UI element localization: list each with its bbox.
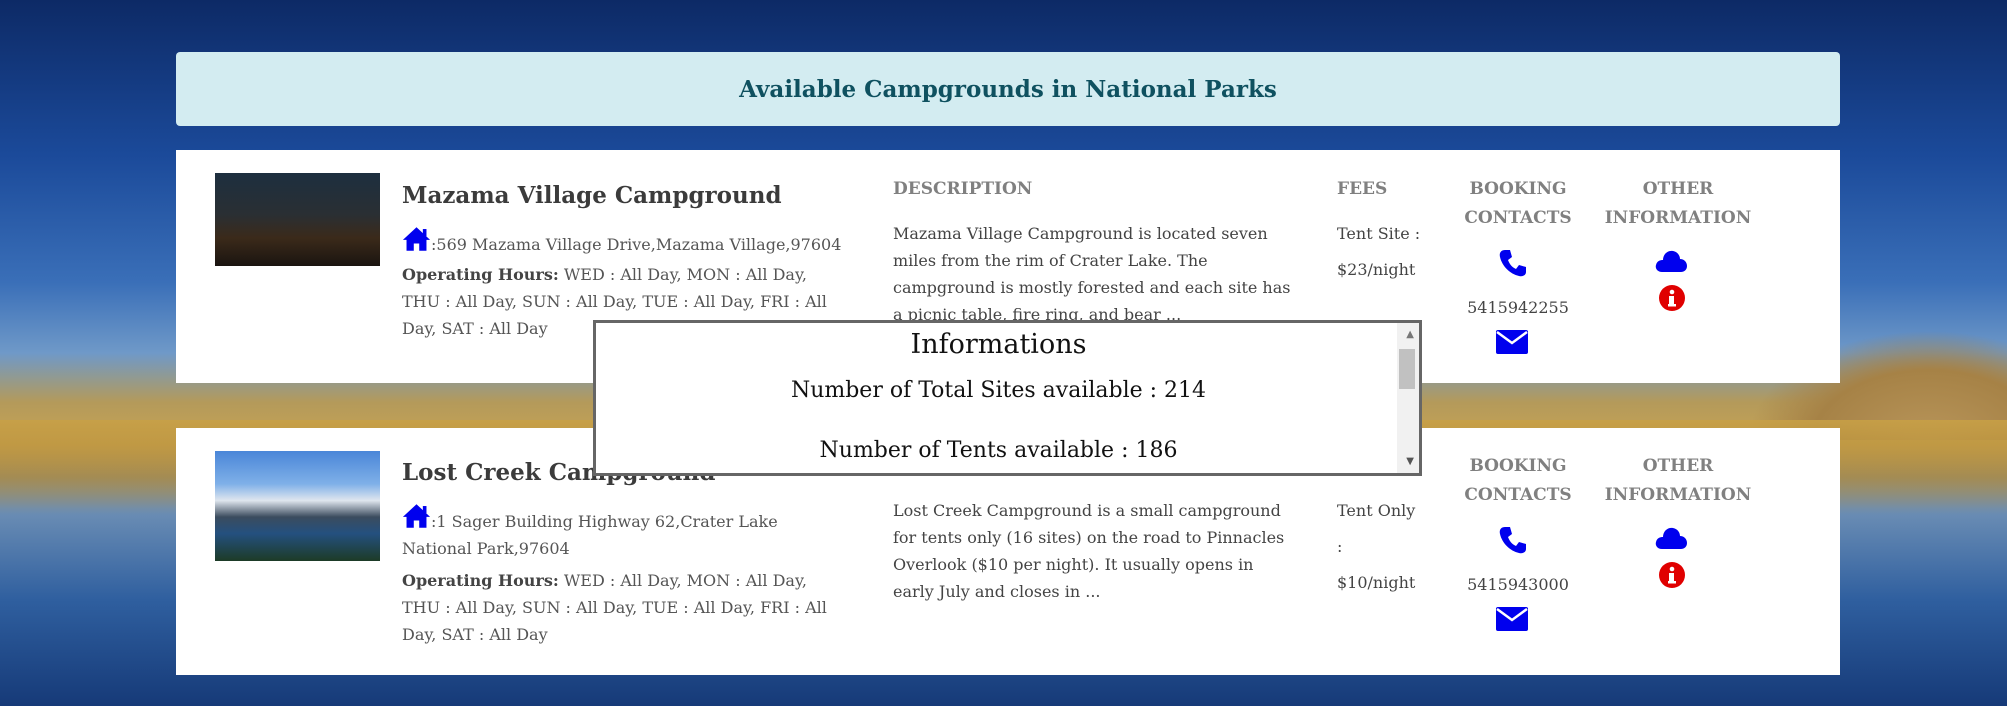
hours-label: Operating Hours: <box>402 571 559 590</box>
tents-available-text: Number of Tents available : 186 <box>819 438 1178 463</box>
phone-number[interactable]: 5415942255 <box>1458 298 1578 317</box>
campground-address: :569 Mazama Village Drive,Mazama Village… <box>402 226 842 258</box>
address-text: :1 Sager Building Highway 62,Crater Lake… <box>402 512 778 558</box>
campground-description: Mazama Village Campground is located sev… <box>893 224 1291 324</box>
booking-heading-line: CONTACTS <box>1464 208 1572 228</box>
campground-address: :1 Sager Building Highway 62,Crater Lake… <box>402 503 842 562</box>
other-heading-line: INFORMATION <box>1604 208 1752 228</box>
page-title: Available Campgrounds in National Parks <box>739 75 1277 103</box>
cloud-icon[interactable] <box>1654 248 1688 274</box>
campground-fees: Tent Only : $10/night <box>1337 493 1432 601</box>
info-circle-icon[interactable] <box>1659 562 1685 588</box>
fees-line: $23/night <box>1337 260 1416 279</box>
booking-heading-line: BOOKING <box>1469 179 1567 199</box>
other-heading-line: INFORMATION <box>1604 485 1752 505</box>
phone-number[interactable]: 5415943000 <box>1458 575 1578 594</box>
booking-contacts-heading: BOOKING CONTACTS <box>1458 452 1578 510</box>
home-icon <box>402 227 431 251</box>
scroll-down-arrow-icon[interactable]: ▼ <box>1406 456 1414 467</box>
booking-heading-line: CONTACTS <box>1464 485 1572 505</box>
scroll-up-arrow-icon[interactable]: ▲ <box>1406 329 1414 340</box>
fees-line: : <box>1337 537 1343 556</box>
phone-icon[interactable] <box>1498 248 1528 278</box>
address-text: :569 Mazama Village Drive,Mazama Village… <box>431 235 842 254</box>
campground-photo[interactable] <box>215 451 380 561</box>
campground-photo[interactable] <box>215 173 380 266</box>
total-sites-text: Number of Total Sites available : 214 <box>790 378 1207 403</box>
description-heading: DESCRIPTION <box>893 179 1033 199</box>
fees-line: Tent Site : <box>1337 224 1421 243</box>
other-heading-line: OTHER <box>1642 179 1714 199</box>
hours-label: Operating Hours: <box>402 265 559 284</box>
fees-line: $10/night <box>1337 573 1416 592</box>
campground-name[interactable]: Mazama Village Campground <box>402 182 782 209</box>
fees-line: Tent Only <box>1337 501 1416 520</box>
info-circle-icon[interactable] <box>1659 285 1685 311</box>
envelope-icon[interactable] <box>1496 607 1528 631</box>
cloud-icon[interactable] <box>1654 525 1688 551</box>
campground-description: Lost Creek Campground is a small campgro… <box>893 501 1285 601</box>
page-header: Available Campgrounds in National Parks <box>176 52 1840 126</box>
phone-icon[interactable] <box>1498 525 1528 555</box>
home-icon <box>402 504 431 528</box>
booking-heading-line: BOOKING <box>1469 456 1567 476</box>
scroll-thumb[interactable] <box>1399 349 1415 389</box>
booking-contacts-heading: BOOKING CONTACTS <box>1458 175 1578 233</box>
campground-fees: Tent Site : $23/night <box>1337 216 1432 288</box>
other-information-heading: OTHER INFORMATION <box>1598 452 1758 510</box>
envelope-icon[interactable] <box>1496 330 1528 354</box>
fees-heading: FEES <box>1337 179 1388 199</box>
other-heading-line: OTHER <box>1642 456 1714 476</box>
popup-title: Informations <box>910 329 1087 360</box>
other-information-heading: OTHER INFORMATION <box>1598 175 1758 233</box>
operating-hours: Operating Hours: WED : All Day, MON : Al… <box>402 567 842 648</box>
popup-scrollbar[interactable]: ▲ ▼ <box>1397 323 1419 473</box>
information-popup[interactable]: Informations Number of Total Sites avail… <box>593 320 1422 476</box>
